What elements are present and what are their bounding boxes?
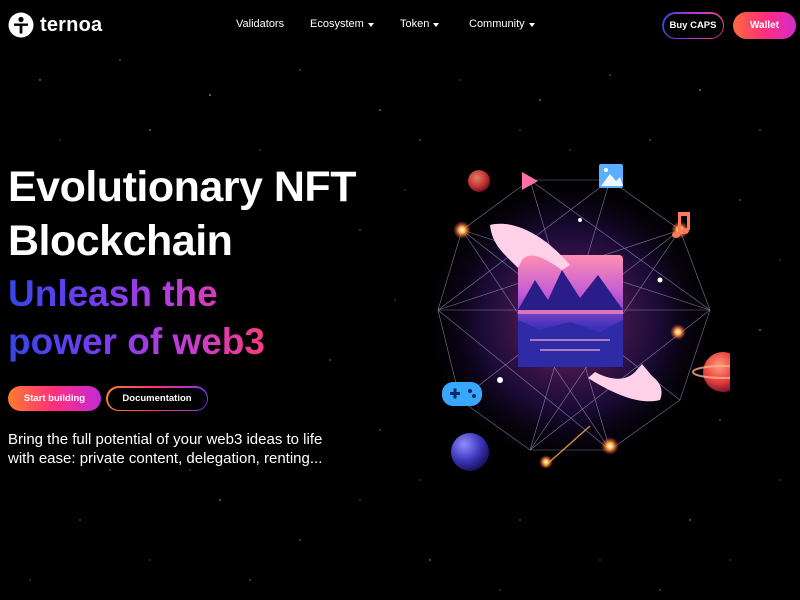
small-planet-icon [468,170,490,192]
nav-item-token[interactable]: Token [400,18,440,30]
image-icon [599,164,623,188]
site-header: ternoa Validators Ecosystem Token Commun… [0,0,800,52]
hero-title: Evolutionary NFT Blockchain [8,160,408,268]
documentation-label: Documentation [107,387,207,410]
chevron-down-icon [528,22,535,27]
chevron-down-icon [367,22,374,27]
buy-caps-label: Buy CAPS [663,13,723,38]
nav-item-label: Community [469,18,525,30]
buy-caps-button[interactable]: Buy CAPS [662,12,724,39]
hero-description-line: Bring the full potential of your web3 id… [8,431,323,448]
hero-title-line: Blockchain [8,217,233,265]
nav-item-label: Validators [236,18,285,30]
hero-title-line: Evolutionary NFT [8,163,356,211]
documentation-button[interactable]: Documentation [106,386,208,411]
nav-item-community[interactable]: Community [469,18,535,30]
chevron-down-icon [433,22,440,27]
nav-item-validators[interactable]: Validators [236,18,284,30]
nav-item-label: Token [400,18,430,30]
hero-subtitle: Unleash the power of web3 [8,270,328,366]
hero-description-line: with ease: private content, delegation, … [8,450,323,467]
hero-subtitle-line: power of web3 [8,321,265,362]
nav-item-ecosystem[interactable]: Ecosystem [310,18,374,30]
nav-item-label: Ecosystem [310,18,364,30]
nft-artwork-card [518,255,623,367]
hero-illustration [430,164,730,471]
hero-description: Bring the full potential of your web3 id… [8,430,348,468]
start-building-button[interactable]: Start building [8,386,101,411]
start-building-label: Start building [23,393,86,404]
hero-subtitle-line: Unleash the [8,273,218,314]
gamepad-icon [442,382,482,406]
wallet-button[interactable]: Wallet [733,12,796,39]
wallet-label: Wallet [749,20,780,31]
blue-planet-icon [451,433,489,471]
